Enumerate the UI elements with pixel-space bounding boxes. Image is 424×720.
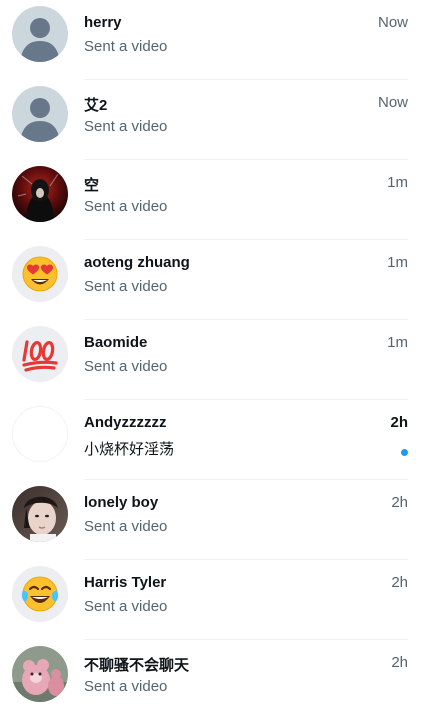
conversation-preview: Sent a video	[84, 358, 168, 375]
blank-avatar[interactable]	[12, 406, 68, 462]
conversation-preview: Sent a video	[84, 118, 168, 135]
conversation-name: Andyzzzzzz	[84, 414, 167, 431]
conversation-preview: Sent a video	[84, 278, 168, 295]
conversation-name: 空	[84, 177, 100, 194]
conversation-row-aoteng-zhuang[interactable]: aoteng zhuang 1m Sent a video	[0, 240, 424, 320]
conversation-time: 2h	[391, 654, 408, 671]
portrait-photo-avatar[interactable]	[12, 486, 68, 542]
conversation-name: 艾2	[84, 97, 108, 114]
conversation-time: 2h	[391, 574, 408, 591]
conversation-name: 不聊骚不会聊天	[84, 657, 190, 674]
heart-eyes-emoji-icon[interactable]	[12, 246, 68, 302]
conversation-time: 2h	[390, 414, 408, 431]
conversation-name: herry	[84, 14, 122, 31]
conversation-time: 1m	[387, 174, 408, 191]
conversation-time: 1m	[387, 254, 408, 271]
conversation-row-kong[interactable]: 空 1m Sent a video	[0, 160, 424, 240]
conversation-preview: Sent a video	[84, 678, 168, 695]
conversation-preview: 小烧杯好淫荡	[84, 441, 175, 458]
conversation-name: Baomide	[84, 334, 148, 351]
conversation-time: Now	[377, 94, 408, 111]
conversation-name: aoteng zhuang	[84, 254, 190, 271]
default-avatar-icon[interactable]	[12, 6, 68, 62]
conversation-name: lonely boy	[84, 494, 159, 511]
default-avatar-icon[interactable]	[12, 86, 68, 142]
conversation-preview: Sent a video	[84, 598, 168, 615]
conversation-name: Harris Tyler	[84, 574, 167, 591]
conversation-row-buliaosao[interactable]: 不聊骚不会聊天 2h Sent a video	[0, 640, 424, 720]
plush-toy-photo-avatar[interactable]	[12, 646, 68, 702]
tears-of-joy-emoji-icon[interactable]	[12, 566, 68, 622]
conversation-row-andyzzzzzz[interactable]: Andyzzzzzz 2h 小烧杯好淫荡	[0, 400, 424, 480]
hundred-points-emoji-icon[interactable]	[12, 326, 68, 382]
conversation-time: Now	[377, 14, 408, 31]
conversation-preview: Sent a video	[84, 38, 168, 55]
conversation-row-harris-tyler[interactable]: Harris Tyler 2h Sent a video	[0, 560, 424, 640]
dark-photo-avatar[interactable]	[12, 166, 68, 222]
conversation-row-baomide[interactable]: Baomide 1m Sent a video	[0, 320, 424, 400]
conversation-row-lonely-boy[interactable]: lonely boy 2h Sent a video	[0, 480, 424, 560]
unread-dot-icon	[401, 449, 408, 456]
conversation-time: 1m	[387, 334, 408, 351]
conversation-list: herry Now Sent a video 艾2 Now Sent a vid…	[0, 0, 424, 720]
conversation-preview: Sent a video	[84, 198, 168, 215]
conversation-row-herry[interactable]: herry Now Sent a video	[0, 0, 424, 80]
conversation-preview: Sent a video	[84, 518, 168, 535]
conversation-time: 2h	[391, 494, 408, 511]
conversation-row-ai2[interactable]: 艾2 Now Sent a video	[0, 80, 424, 160]
